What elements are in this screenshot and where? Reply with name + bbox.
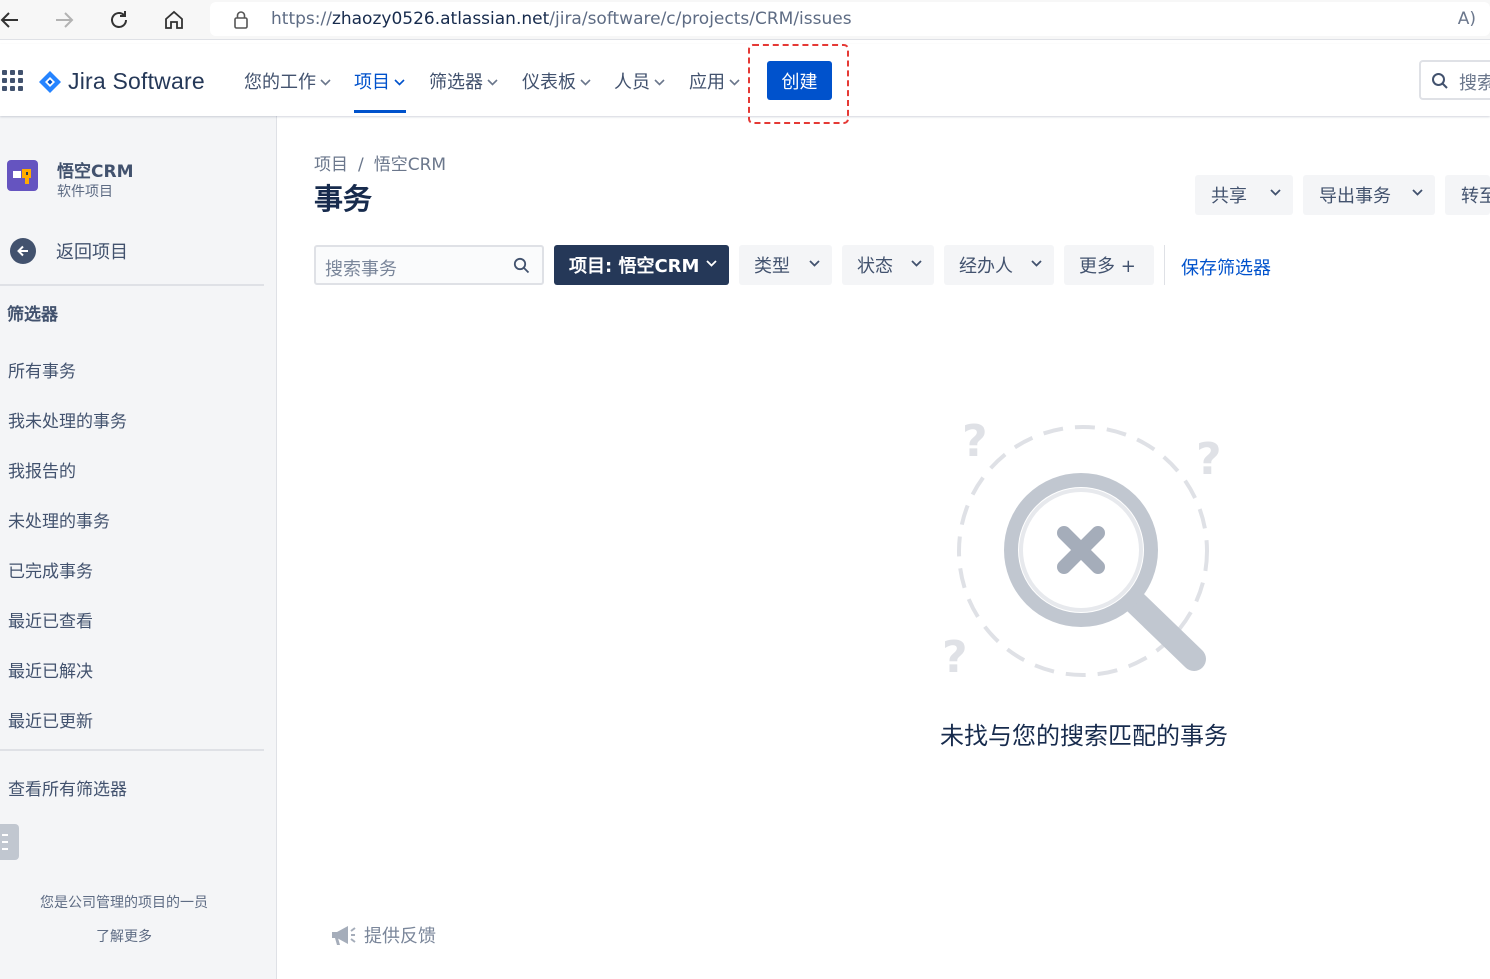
- status-filter-label: 状态: [857, 256, 893, 277]
- assignee-filter-label: 经办人: [959, 256, 1013, 277]
- browser-toolbar: https://zhaozy0526.atlassian.net/jira/so…: [0, 0, 1490, 40]
- project-sidebar: 悟空CRM 软件项目 返回项目 筛选器 所有事务 我未处理的事务 我报告的 未处…: [0, 116, 277, 979]
- give-feedback-link[interactable]: 提供反馈: [330, 922, 436, 948]
- nav-filters[interactable]: 筛选器: [429, 68, 498, 94]
- sidebar-item-open-issues[interactable]: 未处理的事务: [8, 507, 110, 532]
- sidebar-item-all-issues[interactable]: 所有事务: [8, 357, 76, 382]
- nav-people[interactable]: 人员: [614, 68, 665, 94]
- back-arrow-icon[interactable]: [0, 6, 24, 34]
- address-bar[interactable]: https://zhaozy0526.atlassian.net/jira/so…: [210, 2, 1490, 36]
- sidebar-item-viewed-recently[interactable]: 最近已查看: [8, 607, 93, 632]
- type-filter-button[interactable]: 类型: [739, 245, 832, 285]
- issue-search-input[interactable]: 搜索事务: [314, 245, 544, 285]
- nav-label: 您的工作: [244, 72, 316, 93]
- project-name[interactable]: 悟空CRM: [57, 157, 133, 182]
- nav-label: 人员: [614, 72, 650, 93]
- breadcrumb: 项目 / 悟空CRM: [314, 150, 446, 175]
- more-filters-label: 更多 +: [1079, 256, 1136, 277]
- chevron-down-icon: [320, 78, 331, 86]
- feedback-label: 提供反馈: [364, 926, 436, 947]
- sidebar-item-resolved-recently[interactable]: 最近已解决: [8, 657, 93, 682]
- search-placeholder: 搜索: [1459, 73, 1490, 94]
- active-nav-indicator: [354, 110, 406, 113]
- project-type: 软件项目: [57, 184, 113, 200]
- share-button[interactable]: 共享: [1195, 175, 1293, 215]
- back-to-project-link[interactable]: 返回项目: [10, 238, 128, 264]
- filter-divider: [1164, 245, 1165, 285]
- sidebar-footer-text: 您是公司管理的项目的一员: [40, 895, 208, 911]
- chevron-down-icon: [1031, 260, 1042, 267]
- chevron-down-icon: [394, 78, 405, 86]
- sidebar-collapse-handle[interactable]: [0, 824, 19, 860]
- more-filters-button[interactable]: 更多 +: [1064, 245, 1154, 285]
- export-label: 导出事务: [1319, 186, 1391, 207]
- svg-text:?: ?: [942, 632, 968, 683]
- lock-icon: [232, 10, 250, 30]
- page-title: 事务: [314, 182, 373, 216]
- logo-text: Jira Software: [68, 68, 205, 94]
- filters-heading: 筛选器: [7, 305, 58, 325]
- back-label: 返回项目: [56, 242, 128, 263]
- learn-more-link[interactable]: 了解更多: [0, 926, 248, 946]
- megaphone-icon: [332, 926, 356, 945]
- nav-label: 应用: [689, 72, 725, 93]
- home-icon[interactable]: [160, 6, 188, 34]
- chevron-down-icon: [706, 260, 717, 267]
- export-issues-button[interactable]: 导出事务: [1303, 175, 1435, 215]
- chevron-down-icon: [654, 78, 665, 86]
- issue-search-placeholder: 搜索事务: [325, 259, 397, 280]
- chevron-down-icon: [580, 78, 591, 86]
- sidebar-divider: [0, 749, 264, 751]
- breadcrumb-projects[interactable]: 项目: [314, 155, 348, 175]
- share-label: 共享: [1211, 186, 1247, 207]
- search-icon: [1432, 73, 1448, 89]
- sidebar-item-reported-by-me[interactable]: 我报告的: [8, 457, 76, 482]
- forward-arrow-icon[interactable]: [50, 6, 78, 34]
- chevron-down-icon: [911, 260, 922, 267]
- chevron-down-icon: [1412, 189, 1423, 196]
- go-to-label: 转至: [1461, 186, 1490, 207]
- app-switcher-icon[interactable]: [2, 70, 24, 92]
- nav-label: 仪表板: [522, 72, 576, 93]
- nav-label: 项目: [354, 72, 390, 93]
- save-filter-link[interactable]: 保存筛选器: [1181, 254, 1271, 280]
- type-filter-label: 类型: [754, 256, 790, 277]
- nav-your-work[interactable]: 您的工作: [244, 68, 331, 94]
- back-arrow-icon: [10, 238, 36, 264]
- refresh-icon[interactable]: [105, 6, 133, 34]
- sidebar-item-updated-recently[interactable]: 最近已更新: [8, 707, 93, 732]
- nav-label: 筛选器: [429, 72, 483, 93]
- jira-logo[interactable]: Jira Software: [38, 68, 205, 95]
- svg-text:?: ?: [1196, 434, 1222, 485]
- chevron-down-icon: [1270, 189, 1281, 196]
- url-text: https://zhaozy0526.atlassian.net/jira/so…: [271, 9, 852, 29]
- project-filter-button[interactable]: 项目: 悟空CRM: [554, 245, 729, 285]
- nav-apps[interactable]: 应用: [689, 68, 740, 94]
- breadcrumb-separator: /: [358, 155, 364, 175]
- read-aloud-icon[interactable]: A): [1458, 9, 1476, 29]
- chevron-down-icon: [809, 260, 820, 267]
- nav-dashboards[interactable]: 仪表板: [522, 68, 591, 94]
- sidebar-item-my-open-issues[interactable]: 我未处理的事务: [8, 407, 127, 432]
- view-all-filters-link[interactable]: 查看所有筛选器: [8, 775, 127, 800]
- empty-state-message: 未找与您的搜索匹配的事务: [940, 722, 1228, 750]
- no-results-magnifier-icon: ? ? ?: [940, 410, 1240, 685]
- assignee-filter-button[interactable]: 经办人: [944, 245, 1054, 285]
- svg-text:?: ?: [962, 416, 988, 467]
- sidebar-divider: [0, 284, 264, 286]
- search-icon: [513, 257, 530, 274]
- go-to-button[interactable]: 转至: [1445, 175, 1490, 215]
- project-filter-label: 项目: 悟空CRM: [569, 256, 700, 277]
- create-button[interactable]: 创建: [767, 61, 832, 100]
- sidebar-item-done-issues[interactable]: 已完成事务: [8, 557, 93, 582]
- project-avatar[interactable]: [7, 160, 38, 191]
- nav-projects[interactable]: 项目: [354, 68, 405, 94]
- status-filter-button[interactable]: 状态: [842, 245, 934, 285]
- jira-diamond-icon: [39, 70, 61, 93]
- top-search-input[interactable]: 搜索: [1419, 60, 1490, 100]
- chevron-down-icon: [729, 78, 740, 86]
- top-navigation: Jira Software 您的工作 项目 筛选器 仪表板 人员 应用 创建 搜…: [0, 44, 1490, 124]
- chevron-down-icon: [487, 78, 498, 86]
- breadcrumb-project[interactable]: 悟空CRM: [374, 155, 446, 175]
